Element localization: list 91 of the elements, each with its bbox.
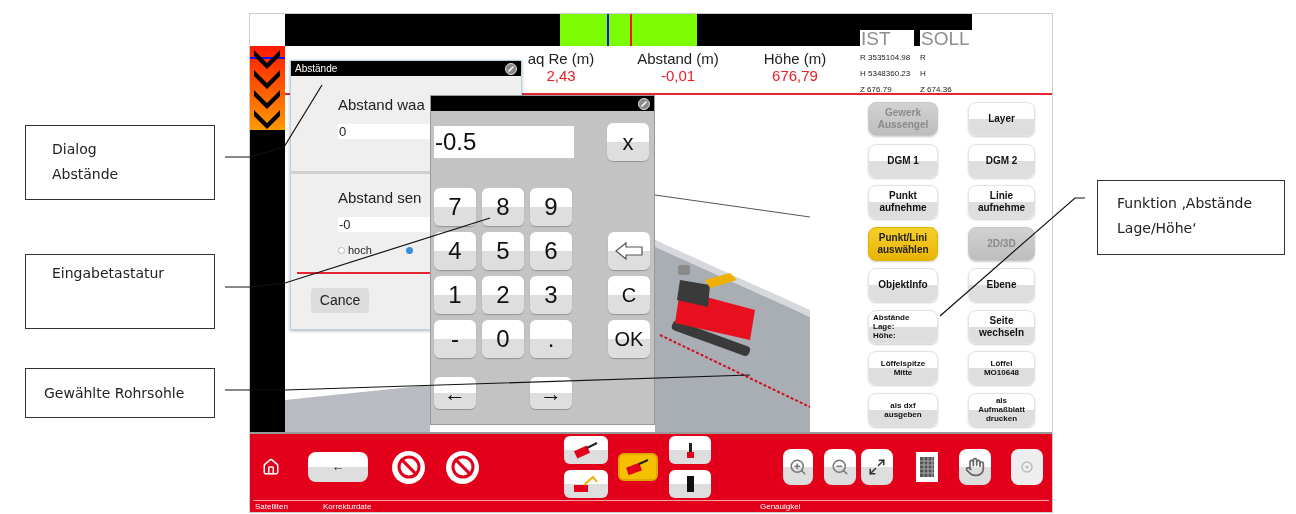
function-button[interactable]: als dxf ausgeben xyxy=(868,392,938,427)
input-field[interactable]: -0 xyxy=(338,217,430,232)
function-button[interactable]: Seite wechseln xyxy=(968,309,1035,344)
cancel-button[interactable]: Cance xyxy=(311,287,369,313)
machine-icon xyxy=(625,458,651,476)
key-button[interactable]: 1 xyxy=(434,276,476,314)
zoom-in-icon xyxy=(789,458,807,476)
display-field[interactable]: -0.5 xyxy=(434,126,574,158)
reading-label: aq Re (m) xyxy=(527,50,595,67)
fit-button[interactable] xyxy=(861,449,893,485)
reading-label: Höhe (m) xyxy=(763,50,827,67)
radio-label: hoch xyxy=(348,243,372,258)
key-button[interactable]: 2 xyxy=(482,276,524,314)
field-label: Abstand waa xyxy=(338,96,425,114)
hand-icon xyxy=(965,457,985,477)
function-button[interactable]: Linie aufnehme xyxy=(968,185,1035,219)
coordinate-value: R xyxy=(920,52,926,64)
status-button[interactable] xyxy=(446,450,479,484)
mode-button[interactable] xyxy=(669,470,711,498)
status-label: Genauigkei xyxy=(760,501,801,512)
function-button[interactable]: Löffelspitze Mitte xyxy=(868,351,938,385)
reading-value: 2,43 xyxy=(546,67,576,84)
target-icon xyxy=(1020,460,1034,474)
function-button[interactable]: Abstände Lage: Höhe: xyxy=(868,309,938,344)
reading-value: -0,01 xyxy=(660,67,696,84)
machine-icon xyxy=(685,441,695,459)
function-button[interactable]: Ebene xyxy=(968,268,1035,302)
status-button[interactable] xyxy=(392,450,425,484)
home-icon[interactable] xyxy=(262,458,280,476)
backspace-icon xyxy=(614,241,644,261)
key-button[interactable]: 0 xyxy=(482,320,524,358)
radio-button[interactable] xyxy=(405,246,413,254)
coordinate-value: Z 674.36 xyxy=(920,84,952,96)
function-button[interactable]: DGM 1 xyxy=(868,143,938,178)
function-button[interactable]: als Aufmaßblatt drucken xyxy=(968,392,1035,427)
function-button[interactable]: ObjektInfo xyxy=(868,268,938,302)
dialog-title: Abstände xyxy=(295,62,338,76)
callout-text: Dialog Abstände xyxy=(52,141,119,182)
expand-icon xyxy=(868,458,886,476)
prohibited-icon xyxy=(396,455,421,479)
coordinate-value: R 3535104.98 xyxy=(860,52,911,64)
key-button[interactable]: 9 xyxy=(530,188,572,226)
pattern-button[interactable] xyxy=(916,452,938,482)
radio-button[interactable] xyxy=(338,246,345,254)
machine-icon xyxy=(685,475,695,493)
function-button[interactable]: Layer xyxy=(968,102,1035,136)
key-button[interactable]: 7 xyxy=(434,188,476,226)
close-icon[interactable] xyxy=(505,62,517,75)
coordinate-heading: IST xyxy=(860,30,914,47)
key-button[interactable]: . xyxy=(530,320,572,358)
prohibited-icon xyxy=(450,455,475,479)
machine-icon xyxy=(573,475,599,493)
tool-button[interactable] xyxy=(1011,449,1043,485)
input-field[interactable]: 0 xyxy=(338,124,430,139)
function-button[interactable]: Punkt aufnehme xyxy=(868,185,938,219)
key-button[interactable]: 6 xyxy=(530,232,572,270)
key-button[interactable]: 5 xyxy=(482,232,524,270)
close-icon[interactable] xyxy=(638,97,650,110)
function-button[interactable]: Punkt/Lini auswählen xyxy=(868,226,938,261)
function-button[interactable]: Löffel MO10648 xyxy=(968,351,1035,385)
reading-label: Abstand (m) xyxy=(637,50,719,67)
key-button[interactable]: 4 xyxy=(434,232,476,270)
status-label: Satelliten xyxy=(254,501,289,512)
coordinate-value: H xyxy=(920,68,926,80)
reading-value: 676,79 xyxy=(772,67,818,84)
backspace-button[interactable] xyxy=(608,232,650,270)
key-button[interactable]: - xyxy=(434,320,476,358)
clear-button[interactable]: x xyxy=(607,123,649,161)
zoom-out-icon xyxy=(831,458,849,476)
function-button[interactable]: DGM 2 xyxy=(968,143,1035,178)
zoom-out-button[interactable] xyxy=(824,449,856,485)
arrow-button[interactable]: → xyxy=(530,377,572,409)
coordinate-heading: SOLL xyxy=(920,30,975,47)
back-button[interactable]: ← xyxy=(308,452,368,482)
callout-text: Gewählte Rohrsohle xyxy=(44,385,185,401)
key-button[interactable]: OK xyxy=(608,320,650,358)
pan-button[interactable] xyxy=(959,449,991,485)
coordinate-value: H 5348360.23 xyxy=(860,68,911,80)
zoom-in-button[interactable] xyxy=(783,449,813,485)
key-button[interactable]: 8 xyxy=(482,188,524,226)
callout-text: Funktion ‚Abstände Lage/Höhe‘ xyxy=(1117,195,1253,236)
machine-icon xyxy=(573,441,599,459)
mode-button[interactable] xyxy=(669,436,711,464)
field-label: Abstand sen xyxy=(338,189,422,207)
status-label: Korrekturdate xyxy=(323,501,373,512)
pattern-icon xyxy=(920,457,934,477)
callout-text: Eingabetastatur xyxy=(52,265,165,281)
arrow-button[interactable]: ← xyxy=(434,377,476,409)
key-button[interactable]: 3 xyxy=(530,276,572,314)
key-button[interactable]: C xyxy=(608,276,650,314)
coordinate-value: Z 676.79 xyxy=(860,84,892,96)
